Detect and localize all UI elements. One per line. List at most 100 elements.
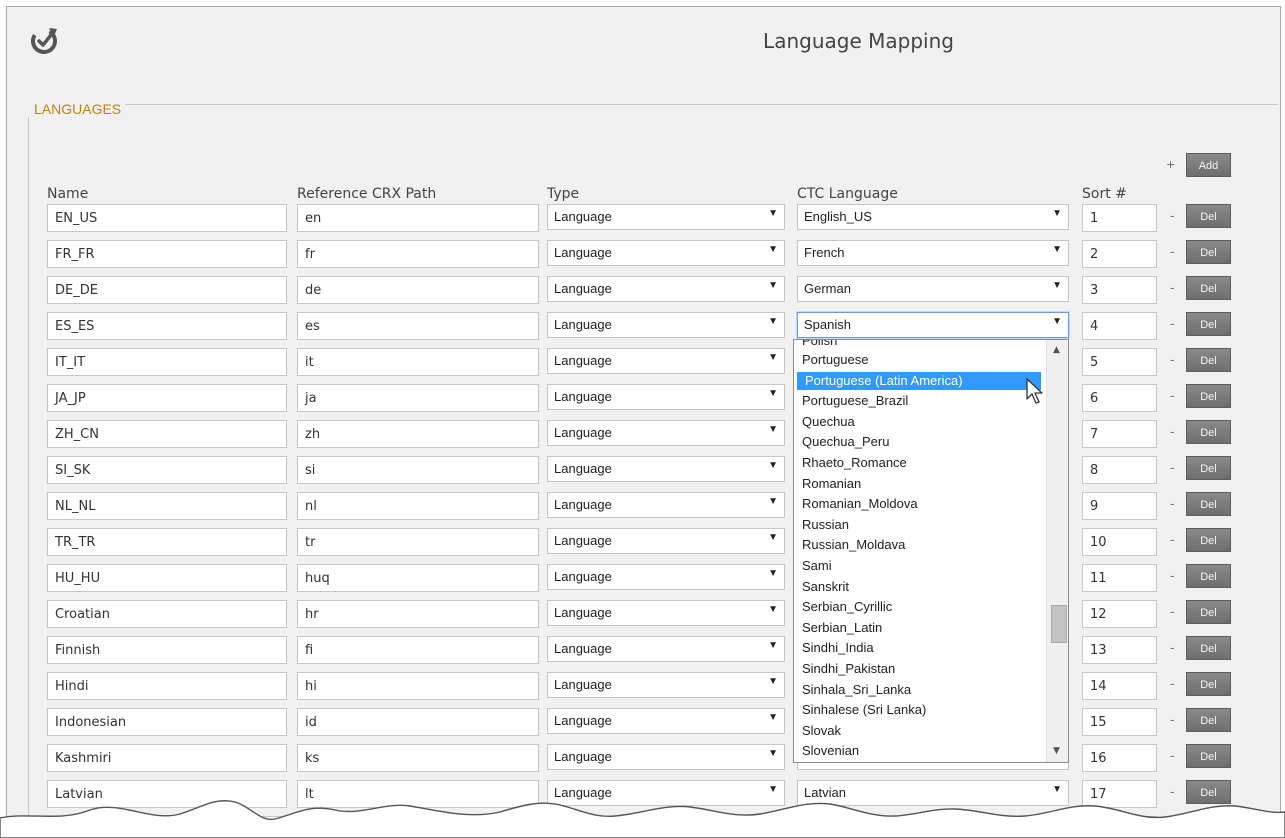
type-select[interactable]: Language ▼: [547, 312, 785, 338]
name-field[interactable]: HU_HU: [47, 564, 287, 592]
sort-field[interactable]: 9: [1082, 492, 1157, 520]
dropdown-option[interactable]: Rhaeto_Romance: [794, 454, 1040, 472]
type-select[interactable]: Language ▼: [547, 456, 785, 482]
delete-button[interactable]: Del: [1186, 600, 1231, 624]
name-field[interactable]: Finnish: [47, 636, 287, 664]
crx-path-field[interactable]: hi: [297, 672, 539, 700]
sort-field[interactable]: 2: [1082, 240, 1157, 268]
dropdown-option[interactable]: Quechua: [794, 413, 1040, 431]
ctc-language-select[interactable]: French ▼: [797, 240, 1069, 266]
crx-path-field[interactable]: ks: [297, 744, 539, 772]
type-select[interactable]: Language ▼: [547, 564, 785, 590]
crx-path-field[interactable]: it: [297, 348, 539, 376]
sort-field[interactable]: 12: [1082, 600, 1157, 628]
dropdown-option[interactable]: Quechua_Peru: [794, 433, 1040, 451]
ctc-language-select[interactable]: Spanish ▼: [797, 312, 1069, 338]
delete-button[interactable]: Del: [1186, 672, 1231, 696]
type-select[interactable]: Language ▼: [547, 744, 785, 770]
dropdown-option[interactable]: Sindhi_Pakistan: [794, 660, 1040, 678]
dropdown-option[interactable]: Slovak: [794, 722, 1040, 740]
dropdown-option[interactable]: Serbian_Cyrillic: [794, 598, 1040, 616]
scroll-down-icon[interactable]: ▼: [1053, 746, 1060, 756]
type-select[interactable]: Language ▼: [547, 240, 785, 266]
dropdown-scrollbar[interactable]: ▲ ▼: [1046, 340, 1068, 762]
sort-field[interactable]: 11: [1082, 564, 1157, 592]
name-field[interactable]: Indonesian: [47, 708, 287, 736]
crx-path-field[interactable]: en: [297, 204, 539, 232]
sort-field[interactable]: 1: [1082, 204, 1157, 232]
sort-field[interactable]: 6: [1082, 384, 1157, 412]
add-button[interactable]: Add: [1186, 153, 1231, 177]
scroll-thumb[interactable]: [1051, 605, 1067, 643]
dropdown-option[interactable]: Russian_Moldava: [794, 536, 1040, 554]
name-field[interactable]: FR_FR: [47, 240, 287, 268]
dropdown-option[interactable]: Slovenian: [794, 742, 1040, 760]
name-field[interactable]: SI_SK: [47, 456, 287, 484]
type-select[interactable]: Language ▼: [547, 384, 785, 410]
delete-button[interactable]: Del: [1186, 240, 1231, 264]
crx-path-field[interactable]: de: [297, 276, 539, 304]
name-field[interactable]: DE_DE: [47, 276, 287, 304]
sort-field[interactable]: 5: [1082, 348, 1157, 376]
dropdown-option[interactable]: Sanskrit: [794, 578, 1040, 596]
delete-button[interactable]: Del: [1186, 492, 1231, 516]
dropdown-option[interactable]: Russian: [794, 516, 1040, 534]
sort-field[interactable]: 13: [1082, 636, 1157, 664]
dropdown-option[interactable]: Sinhala_Sri_Lanka: [794, 681, 1040, 699]
sort-field[interactable]: 14: [1082, 672, 1157, 700]
name-field[interactable]: Croatian: [47, 600, 287, 628]
delete-button[interactable]: Del: [1186, 528, 1231, 552]
delete-button[interactable]: Del: [1186, 276, 1231, 300]
sort-field[interactable]: 16: [1082, 744, 1157, 772]
crx-path-field[interactable]: hr: [297, 600, 539, 628]
crx-path-field[interactable]: tr: [297, 528, 539, 556]
sort-field[interactable]: 15: [1082, 708, 1157, 736]
type-select[interactable]: Language ▼: [547, 528, 785, 554]
delete-button[interactable]: Del: [1186, 564, 1231, 588]
crx-path-field[interactable]: id: [297, 708, 539, 736]
delete-button[interactable]: Del: [1186, 312, 1231, 336]
type-select[interactable]: Language ▼: [547, 636, 785, 662]
delete-button[interactable]: Del: [1186, 420, 1231, 444]
delete-button[interactable]: Del: [1186, 204, 1231, 228]
delete-button[interactable]: Del: [1186, 348, 1231, 372]
crx-path-field[interactable]: fi: [297, 636, 539, 664]
sort-field[interactable]: 10: [1082, 528, 1157, 556]
crx-path-field[interactable]: huq: [297, 564, 539, 592]
name-field[interactable]: Kashmiri: [47, 744, 287, 772]
name-field[interactable]: ZH_CN: [47, 420, 287, 448]
scroll-up-icon[interactable]: ▲: [1053, 345, 1060, 355]
delete-button[interactable]: Del: [1186, 708, 1231, 732]
dropdown-option[interactable]: Polish: [794, 340, 1040, 350]
name-field[interactable]: Hindi: [47, 672, 287, 700]
type-select[interactable]: Language ▼: [547, 348, 785, 374]
ctc-language-select[interactable]: German ▼: [797, 276, 1069, 302]
sort-field[interactable]: 4: [1082, 312, 1157, 340]
crx-path-field[interactable]: fr: [297, 240, 539, 268]
type-select[interactable]: Language ▼: [547, 672, 785, 698]
type-select[interactable]: Language ▼: [547, 492, 785, 518]
name-field[interactable]: EN_US: [47, 204, 287, 232]
delete-button[interactable]: Del: [1186, 456, 1231, 480]
crx-path-field[interactable]: si: [297, 456, 539, 484]
dropdown-option[interactable]: Sami: [794, 557, 1040, 575]
sort-field[interactable]: 8: [1082, 456, 1157, 484]
type-select[interactable]: Language ▼: [547, 420, 785, 446]
crx-path-field[interactable]: ja: [297, 384, 539, 412]
delete-button[interactable]: Del: [1186, 384, 1231, 408]
dropdown-option[interactable]: Sindhi_India: [794, 639, 1040, 657]
dropdown-option[interactable]: Sinhalese (Sri Lanka): [794, 701, 1040, 719]
dropdown-option[interactable]: Portuguese: [794, 351, 1040, 369]
dropdown-option[interactable]: Portuguese (Latin America): [797, 371, 1041, 390]
name-field[interactable]: JA_JP: [47, 384, 287, 412]
type-select[interactable]: Language ▼: [547, 276, 785, 302]
delete-button[interactable]: Del: [1186, 744, 1231, 768]
name-field[interactable]: ES_ES: [47, 312, 287, 340]
dropdown-option[interactable]: Romanian: [794, 475, 1040, 493]
ctc-language-select[interactable]: English_US ▼: [797, 204, 1069, 230]
type-select[interactable]: Language ▼: [547, 600, 785, 626]
type-select[interactable]: Language ▼: [547, 708, 785, 734]
dropdown-option[interactable]: Serbian_Latin: [794, 619, 1040, 637]
name-field[interactable]: NL_NL: [47, 492, 287, 520]
dropdown-option[interactable]: Portuguese_Brazil: [794, 392, 1040, 410]
